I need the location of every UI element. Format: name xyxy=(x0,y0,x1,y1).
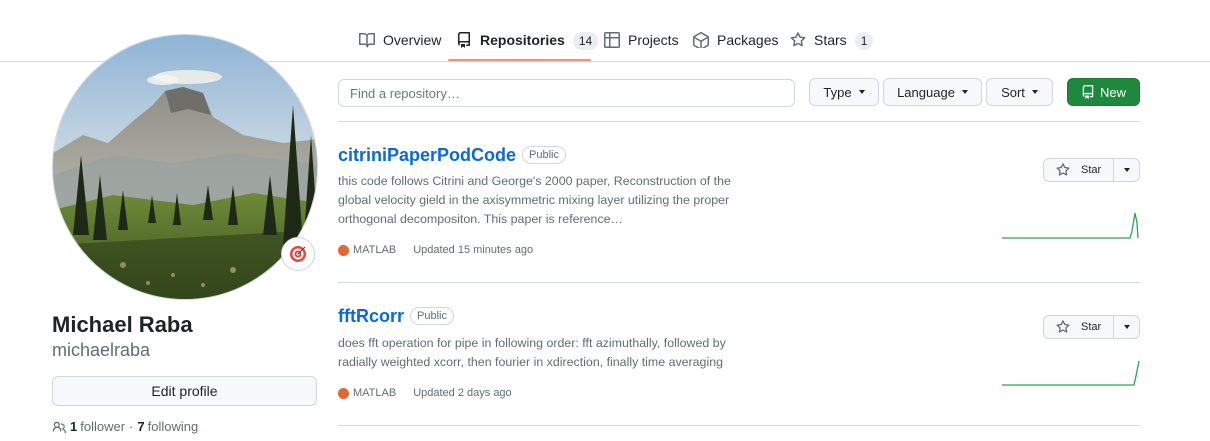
repo-icon xyxy=(1082,85,1094,99)
repo-count-badge: 14 xyxy=(572,32,599,50)
avatar[interactable] xyxy=(52,34,318,300)
stars-count-badge: 1 xyxy=(854,32,874,50)
chevron-down-icon xyxy=(961,90,968,94)
table-icon xyxy=(604,32,620,48)
tab-label: Projects xyxy=(628,32,679,48)
tab-packages[interactable]: Packages xyxy=(693,20,778,60)
new-button-label: New xyxy=(1099,84,1126,100)
repo-search-input[interactable] xyxy=(338,79,795,107)
star-button[interactable]: Star xyxy=(1044,316,1115,338)
following-count: 7 xyxy=(137,419,145,434)
following-link[interactable]: 7 following xyxy=(137,419,198,434)
repo-description: this code follows Citrini and George's 2… xyxy=(338,174,731,226)
repo-list-item: citriniPaperPodCode Public this code foll… xyxy=(338,143,1140,283)
following-label: following xyxy=(147,419,199,434)
sort-filter-button[interactable]: Sort xyxy=(986,78,1053,106)
followers-link[interactable]: 1 follower xyxy=(70,419,125,434)
star-icon xyxy=(790,32,806,47)
language-filter-button[interactable]: Language xyxy=(883,78,982,106)
activity-sparkline xyxy=(1002,360,1140,386)
star-button-label: Star xyxy=(1081,321,1102,333)
follow-stats: 1 follower · 7 following xyxy=(52,419,198,434)
star-icon xyxy=(1056,163,1070,176)
repo-icon xyxy=(458,32,470,48)
status-emoji-button[interactable] xyxy=(281,237,315,271)
chevron-down-icon xyxy=(1123,325,1130,329)
tab-projects[interactable]: Projects xyxy=(604,20,679,60)
repo-list-item: fftRcorr Public does fft operation for pi… xyxy=(338,304,1140,424)
active-tab-underline xyxy=(448,59,591,61)
visibility-badge: Public xyxy=(410,307,454,325)
star-list-dropdown[interactable] xyxy=(1114,316,1139,338)
profile-username: michaelraba xyxy=(52,340,151,360)
repo-meta: MATLAB Updated 2 days ago xyxy=(338,387,512,399)
star-button-group: Star xyxy=(1043,158,1140,182)
edit-profile-button[interactable]: Edit profile xyxy=(52,376,317,406)
tab-label: Stars xyxy=(814,32,847,48)
chevron-down-icon xyxy=(858,90,865,94)
people-icon xyxy=(52,421,66,433)
followers-label: follower xyxy=(80,419,126,434)
visibility-badge: Public xyxy=(522,146,566,164)
type-filter-button[interactable]: Type xyxy=(809,78,879,106)
book-icon xyxy=(359,32,375,48)
repo-meta: MATLAB Updated 15 minutes ago xyxy=(338,244,533,256)
repo-description: does fft operation for pipe in following… xyxy=(338,336,726,369)
followers-count: 1 xyxy=(70,419,78,434)
target-icon xyxy=(290,246,306,262)
activity-sparkline xyxy=(1002,212,1139,239)
star-button-group: Star xyxy=(1043,315,1140,339)
repo-language: MATLAB xyxy=(353,387,397,399)
tab-repositories[interactable]: Repositories 14 xyxy=(456,20,599,60)
list-divider xyxy=(338,425,1140,426)
star-button-label: Star xyxy=(1081,164,1102,176)
package-icon xyxy=(693,32,709,48)
star-button[interactable]: Star xyxy=(1044,159,1115,181)
sort-filter-label: Sort xyxy=(1001,84,1025,100)
list-divider xyxy=(338,121,1140,122)
chevron-down-icon xyxy=(1031,90,1038,94)
repo-language: MATLAB xyxy=(353,244,397,256)
language-color-dot xyxy=(338,244,349,256)
repo-updated: Updated 2 days ago xyxy=(413,387,512,399)
avatar-landscape-image xyxy=(53,35,317,299)
repo-updated: Updated 15 minutes ago xyxy=(413,244,534,256)
follow-separator: · xyxy=(129,419,134,434)
repo-name-link[interactable]: citriniPaperPodCode xyxy=(338,145,516,165)
language-color-dot xyxy=(338,387,349,399)
star-icon xyxy=(1056,320,1070,333)
tab-label: Overview xyxy=(383,32,442,48)
tab-label: Repositories xyxy=(480,32,565,48)
chevron-down-icon xyxy=(1123,168,1130,172)
type-filter-label: Type xyxy=(823,84,852,100)
list-divider xyxy=(338,282,1140,283)
tab-label: Packages xyxy=(717,32,779,48)
profile-full-name: Michael Raba xyxy=(52,312,193,337)
star-list-dropdown[interactable] xyxy=(1114,159,1139,181)
language-filter-label: Language xyxy=(897,84,955,100)
tab-overview[interactable]: Overview xyxy=(359,20,441,60)
new-repo-button[interactable]: New xyxy=(1067,78,1140,106)
repo-name-link[interactable]: fftRcorr xyxy=(338,306,404,326)
tab-stars[interactable]: Stars 1 xyxy=(790,20,874,60)
